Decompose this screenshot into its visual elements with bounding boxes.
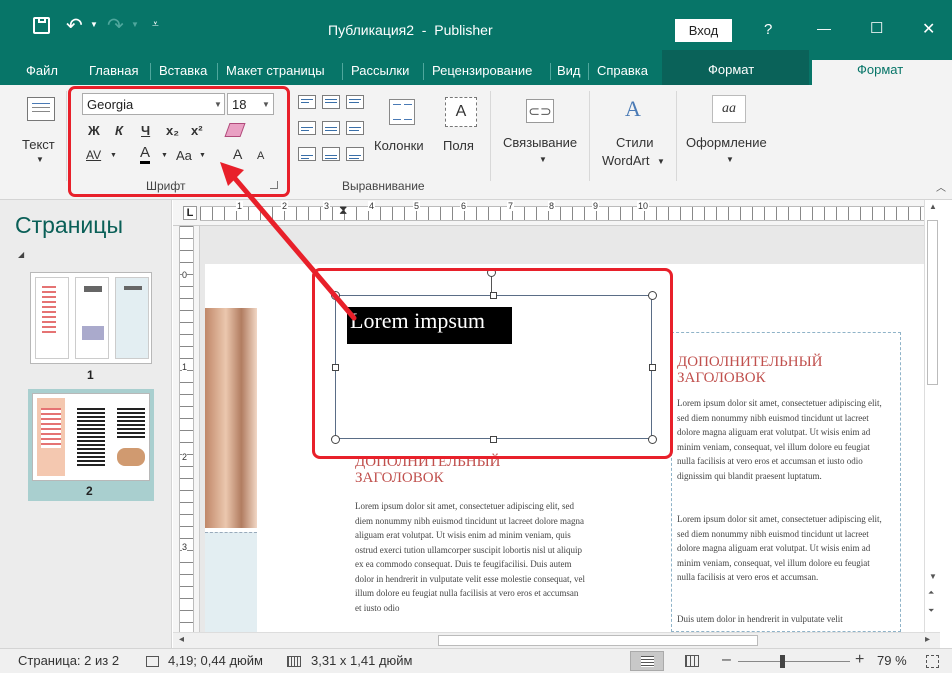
- ruler-number: 5: [413, 201, 421, 211]
- ruler-number: 8: [548, 201, 556, 211]
- ruler-number: 9: [592, 201, 600, 211]
- two-page-view-icon[interactable]: [685, 655, 699, 667]
- ruler-number: 1: [236, 201, 244, 211]
- vertical-ruler-number: 0: [182, 270, 188, 280]
- vertical-ruler-number: 1: [182, 362, 188, 372]
- position-icon: [146, 656, 159, 667]
- fit-page-icon[interactable]: [926, 655, 939, 668]
- zoom-slider-thumb[interactable]: [780, 655, 786, 668]
- ruler-number: 7: [507, 201, 515, 211]
- size-readout: 3,31 x 1,41 дюйм: [311, 653, 413, 668]
- zoom-slider-track[interactable]: [738, 661, 850, 662]
- ruler-number: 2: [281, 201, 289, 211]
- position-readout: 4,19; 0,44 дюйм: [168, 653, 263, 668]
- ruler-number: 6: [460, 201, 468, 211]
- ruler-number: 3: [323, 201, 331, 211]
- vertical-ruler-number: 3: [182, 542, 188, 552]
- ruler-number: 4: [368, 201, 376, 211]
- zoom-out-icon[interactable]: –: [722, 651, 731, 669]
- publisher-window: ↶ ▼ ↷ ▼ ⩡ Публикация2 - Publisher Вход ?…: [0, 0, 952, 673]
- single-page-view-icon[interactable]: [630, 651, 664, 671]
- vertical-ruler-number: 2: [182, 452, 188, 462]
- zoom-level[interactable]: 79 %: [877, 653, 907, 668]
- ruler-number: 10: [637, 201, 650, 211]
- zoom-in-icon[interactable]: +: [855, 651, 864, 669]
- page-indicator[interactable]: Страница: 2 из 2: [18, 653, 119, 668]
- annotation-arrow: [220, 162, 357, 321]
- size-icon: [287, 656, 301, 667]
- status-bar: Страница: 2 из 2 4,19; 0,44 дюйм 3,31 x …: [0, 648, 952, 673]
